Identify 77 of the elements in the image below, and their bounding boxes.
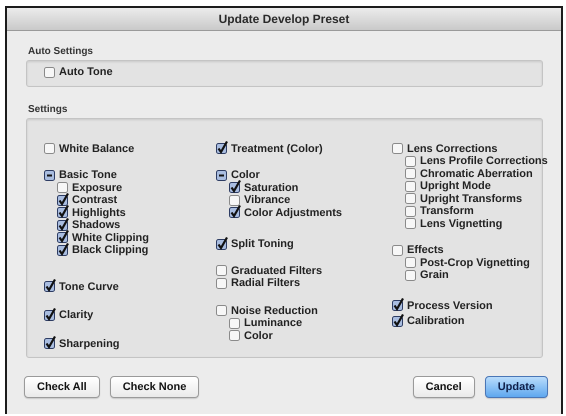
checkbox-label: Saturation: [244, 182, 298, 194]
checkbox-label: Black Clipping: [72, 244, 148, 256]
checkbox-label: Exposure: [72, 182, 122, 194]
checkbox-label: Lens Vignetting: [420, 218, 502, 230]
checkbox-label: Sharpening: [59, 338, 120, 350]
checkbox[interactable]: [44, 141, 56, 154]
checkbox-label: Split Toning: [231, 238, 294, 250]
checkbox[interactable]: [57, 180, 69, 194]
checkbox-label: Vibrance: [244, 194, 290, 206]
checkbox[interactable]: [216, 168, 228, 181]
checkbox[interactable]: [216, 236, 228, 250]
checkbox[interactable]: [57, 218, 69, 231]
checkbox[interactable]: [44, 279, 56, 292]
checkbox-label: Transform: [420, 205, 474, 218]
window-title: Update Develop Preset: [7, 8, 561, 31]
checkbox-label: White Balance: [59, 142, 134, 155]
checkbox-label: Noise Reduction: [231, 304, 318, 317]
checkbox[interactable]: [216, 141, 228, 154]
checkbox-label: Upright Transforms: [420, 192, 522, 205]
checkbox-label: Basic Tone: [59, 169, 117, 182]
checkbox[interactable]: [392, 314, 404, 327]
checkbox-label: Shadows: [72, 219, 120, 232]
checkbox-label: Tone Curve: [59, 280, 119, 293]
checkbox[interactable]: [405, 166, 417, 180]
checkbox[interactable]: [405, 154, 417, 167]
checkbox[interactable]: [229, 328, 241, 342]
checkbox[interactable]: [57, 242, 69, 256]
checkbox-label: Color Adjustments: [244, 206, 342, 219]
checkbox[interactable]: [229, 180, 241, 194]
checkbox-label: Upright Mode: [420, 180, 491, 192]
checkbox-label: Color: [231, 169, 260, 182]
checkbox-label: Chromatic Aberration: [420, 168, 533, 180]
checkbox-label: Grain: [420, 269, 449, 282]
checkbox-label: Luminance: [244, 317, 302, 330]
dialog-button[interactable]: Check All: [24, 376, 100, 398]
checkbox[interactable]: [44, 64, 56, 78]
group-title: Settings: [27, 104, 68, 116]
checkbox[interactable]: [229, 316, 241, 329]
checkbox[interactable]: [392, 141, 404, 154]
checkbox[interactable]: [44, 308, 56, 321]
checkbox-label: Highlights: [72, 206, 126, 219]
checkbox-label: Treatment (Color): [231, 142, 323, 155]
checkbox[interactable]: [216, 303, 228, 316]
dialog-button[interactable]: Check None: [110, 376, 200, 398]
checkbox[interactable]: [216, 276, 228, 289]
checkbox[interactable]: [229, 205, 241, 218]
checkbox[interactable]: [405, 178, 417, 192]
checkbox-label: Calibration: [407, 315, 464, 328]
checkbox[interactable]: [57, 205, 69, 218]
checkbox-label: Radial Filters: [231, 277, 300, 290]
checkbox-label: White Clipping: [72, 232, 149, 244]
checkbox[interactable]: [405, 268, 417, 281]
checkbox-label: Contrast: [72, 194, 118, 206]
checkbox[interactable]: [392, 298, 404, 312]
checkbox-label: Auto Tone: [59, 66, 113, 78]
checkbox-label: Effects: [407, 244, 444, 256]
checkbox[interactable]: [229, 192, 241, 206]
checkbox[interactable]: [44, 168, 56, 181]
checkbox-label: Clarity: [59, 309, 94, 322]
checkbox-label: Lens Profile Corrections: [420, 155, 548, 168]
checkbox[interactable]: [405, 255, 417, 268]
checkbox[interactable]: [392, 242, 404, 256]
checkbox[interactable]: [57, 230, 69, 244]
checkbox[interactable]: [405, 216, 417, 230]
checkbox[interactable]: [57, 192, 69, 206]
checkbox[interactable]: [405, 191, 417, 204]
dialog-button[interactable]: Cancel: [412, 376, 475, 398]
checkbox-label: Color: [244, 330, 273, 342]
checkbox[interactable]: [44, 336, 56, 350]
checkbox-label: Lens Corrections: [407, 142, 498, 155]
group-title: Auto Settings: [27, 46, 94, 59]
checkbox-label: Graduated Filters: [231, 264, 322, 277]
checkbox[interactable]: [405, 204, 417, 217]
checkbox-label: Process Version: [407, 300, 493, 312]
checkbox-label: Post-Crop Vignetting: [420, 256, 530, 269]
checkbox[interactable]: [216, 263, 228, 276]
update-button[interactable]: Update: [484, 376, 548, 398]
